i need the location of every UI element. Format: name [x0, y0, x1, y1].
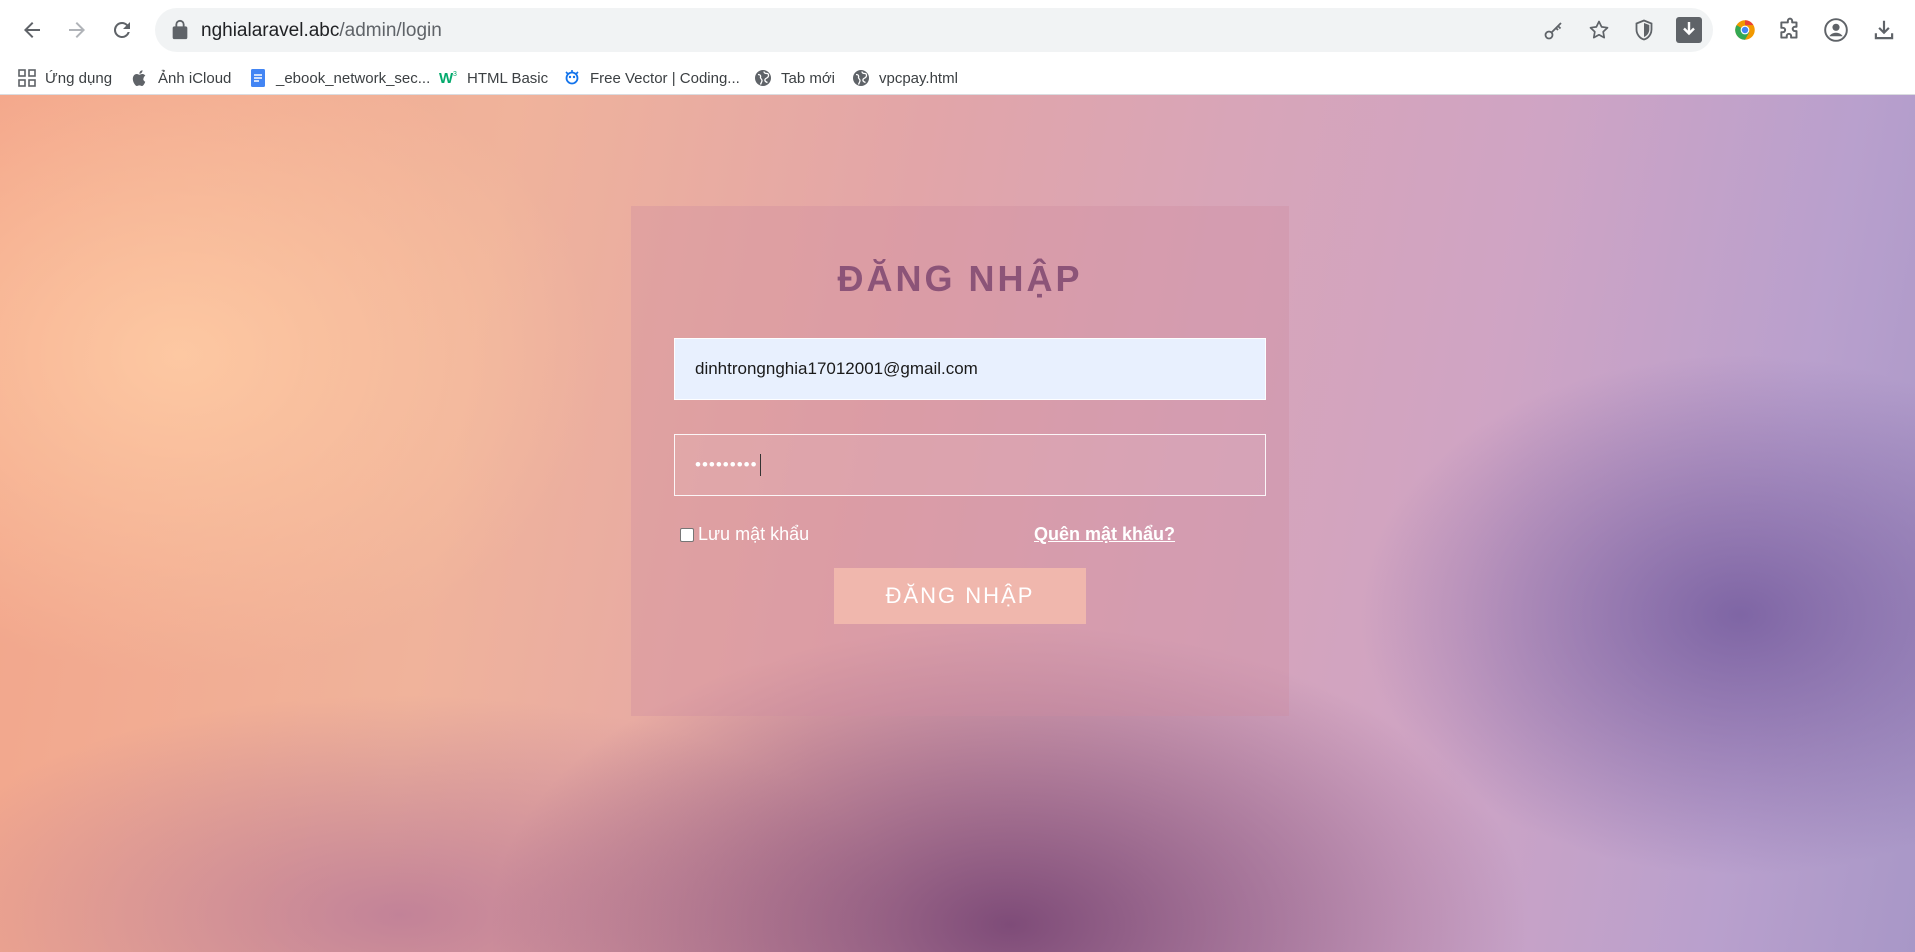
- remember-checkbox[interactable]: [680, 527, 694, 542]
- apps-grid-icon: [17, 68, 37, 88]
- email-field[interactable]: dinhtrongnghia17012001@gmail.com: [674, 338, 1266, 400]
- profile-icon[interactable]: [1820, 14, 1852, 46]
- svg-text:3: 3: [453, 71, 457, 78]
- bookmark-label: Ảnh iCloud: [158, 69, 232, 87]
- globe-icon: [851, 68, 871, 88]
- bookmark-icloud[interactable]: Ảnh iCloud: [130, 65, 231, 91]
- puzzle-icon[interactable]: [1774, 14, 1806, 46]
- arrow-left-icon: [24, 22, 40, 38]
- bookmark-apps[interactable]: Ứng dụng: [17, 65, 112, 91]
- bookmarks-bar: Ứng dụng Ảnh iCloud _ebook_network_sec..…: [0, 60, 1915, 95]
- login-button[interactable]: ĐĂNG NHẬP: [834, 568, 1086, 624]
- text-caret: [759, 454, 761, 476]
- login-card: ĐĂNG NHẬP dinhtrongnghia17012001@gmail.c…: [631, 206, 1289, 716]
- address-bar[interactable]: nghialaravel.abc/admin/login: [155, 8, 1713, 52]
- bookmark-label: _ebook_network_sec...: [276, 69, 431, 87]
- freepik-icon: [562, 68, 582, 88]
- login-title: ĐĂNG NHẬP: [837, 258, 1083, 299]
- bookmark-label: HTML Basic: [467, 69, 549, 87]
- w3-logo-icon: W3: [439, 68, 459, 88]
- password-value: •••••••••: [695, 455, 758, 474]
- apple-icon: [130, 68, 150, 88]
- bookmark-free-vector[interactable]: Free Vector | Coding...: [562, 65, 740, 91]
- bookmark-new-tab[interactable]: Tab mới: [753, 65, 835, 91]
- password-field[interactable]: •••••••••: [674, 434, 1266, 496]
- url-text[interactable]: nghialaravel.abc/admin/login: [201, 20, 442, 42]
- bookmark-label: Ứng dụng: [45, 69, 113, 87]
- bookmark-vpcpay[interactable]: vpcpay.html: [851, 65, 958, 91]
- star-icon[interactable]: [1586, 17, 1612, 43]
- download-arrow-icon[interactable]: [1676, 17, 1702, 43]
- bookmark-label: vpcpay.html: [879, 69, 958, 87]
- back-button[interactable]: [14, 12, 50, 48]
- bookmark-ebook[interactable]: _ebook_network_sec...: [248, 65, 430, 91]
- bookmark-label: Tab mới: [781, 69, 836, 87]
- lock-icon: [172, 19, 188, 40]
- svg-text:W: W: [439, 70, 454, 87]
- arrow-right-icon: [69, 22, 85, 38]
- reload-button[interactable]: [104, 12, 140, 48]
- globe-icon: [753, 68, 773, 88]
- forward-button[interactable]: [59, 12, 95, 48]
- remember-me: Lưu mật khẩu: [680, 524, 809, 545]
- downloads-icon[interactable]: [1868, 14, 1900, 46]
- shield-icon[interactable]: [1631, 17, 1657, 43]
- key-icon[interactable]: [1541, 17, 1567, 43]
- chrome-extension-icon[interactable]: [1729, 14, 1761, 46]
- remember-label[interactable]: Lưu mật khẩu: [698, 524, 809, 545]
- browser-toolbar: nghialaravel.abc/admin/login: [0, 0, 1915, 60]
- google-docs-icon: [248, 68, 268, 88]
- url-path: /admin/login: [339, 20, 442, 41]
- bookmark-html-basic[interactable]: W3 HTML Basic: [439, 65, 548, 91]
- bookmark-label: Free Vector | Coding...: [590, 69, 740, 87]
- reload-icon: [113, 21, 130, 38]
- page-background: ĐĂNG NHẬP dinhtrongnghia17012001@gmail.c…: [0, 95, 1915, 952]
- forgot-password-link[interactable]: Quên mật khẩu?: [1034, 524, 1175, 545]
- url-host: nghialaravel.abc: [201, 20, 340, 41]
- email-value: dinhtrongnghia17012001@gmail.com: [695, 359, 978, 378]
